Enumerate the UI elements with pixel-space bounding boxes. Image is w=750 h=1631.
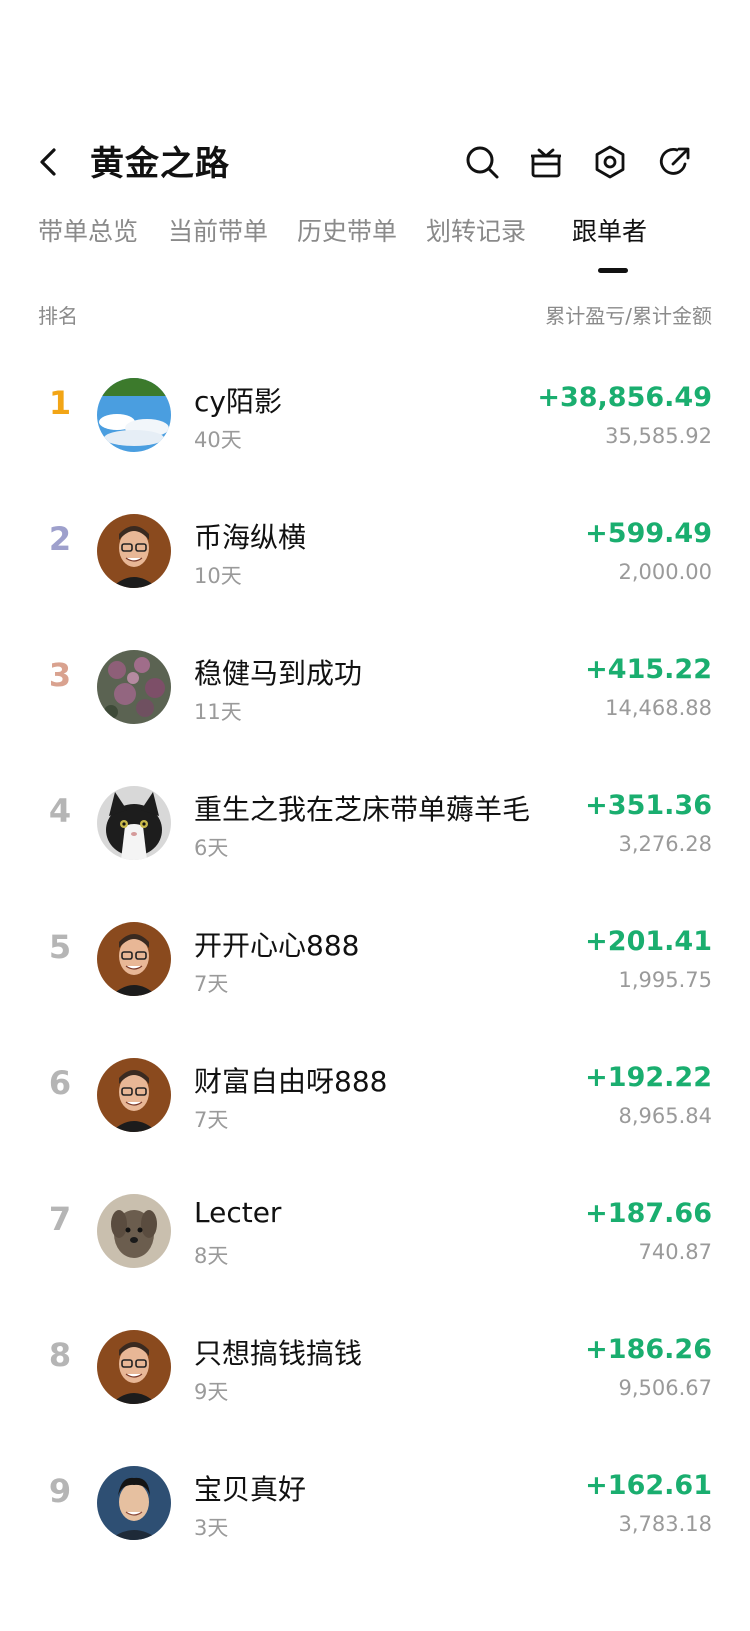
tab-current[interactable]: 当前带单 xyxy=(168,212,268,248)
top-bar: 黄金之路 xyxy=(0,130,750,200)
man-avatar-image xyxy=(97,1058,171,1132)
active-tab-indicator xyxy=(598,268,628,273)
avatar xyxy=(97,378,171,452)
list-header: 排名 累计盈亏/累计金额 xyxy=(38,300,712,330)
cumulative-pnl: +192.22 xyxy=(585,1062,712,1093)
cumulative-pnl: +201.41 xyxy=(585,926,712,957)
follower-row[interactable]: 9 宝贝真好 3天 +162.61 3,783.18 xyxy=(0,1434,750,1570)
tab-bar: 带单总览 当前带单 历史带单 划转记录 跟单者 xyxy=(38,212,738,272)
follower-row[interactable]: 7 Lecter 8天 +187.66 740.87 xyxy=(0,1162,750,1298)
cumulative-amount: 3,783.18 xyxy=(618,1512,712,1536)
man-avatar-image xyxy=(97,514,171,588)
cat-avatar-image xyxy=(97,786,171,860)
rank-number: 4 xyxy=(48,792,72,830)
follow-days: 6天 xyxy=(194,836,229,860)
rank-number: 2 xyxy=(48,520,72,558)
follower-name: 宝贝真好 xyxy=(194,1473,307,1506)
flowers-avatar-image xyxy=(97,650,171,724)
follower-row[interactable]: 2 币海纵横 10天 +599.49 2,000.00 xyxy=(0,482,750,618)
rank-number: 1 xyxy=(48,384,72,422)
follower-name: 币海纵横 xyxy=(194,521,307,554)
cumulative-pnl: +599.49 xyxy=(585,518,712,549)
follower-row[interactable]: 5 开开心心888 7天 +201.41 1,995.75 xyxy=(0,890,750,1026)
follower-name: 开开心心888 xyxy=(194,929,360,962)
follow-days: 10天 xyxy=(194,564,242,588)
cumulative-amount: 740.87 xyxy=(638,1240,712,1264)
cumulative-pnl: +162.61 xyxy=(585,1470,712,1501)
follower-name: cy陌影 xyxy=(194,385,282,418)
cumulative-pnl: +38,856.49 xyxy=(537,382,712,413)
cumulative-pnl: +415.22 xyxy=(585,654,712,685)
avatar xyxy=(97,786,171,860)
follow-days: 7天 xyxy=(194,1108,229,1132)
search-icon[interactable] xyxy=(462,142,502,182)
follower-name: 财富自由呀888 xyxy=(194,1065,388,1098)
follower-list: 1 cy陌影 40天 +38,856.49 35,585.92 2 币海纵横 1… xyxy=(0,346,750,1570)
settings-icon[interactable] xyxy=(590,142,630,182)
cumulative-amount: 2,000.00 xyxy=(618,560,712,584)
metric-column-label: 累计盈亏/累计金额 xyxy=(545,304,712,328)
avatar xyxy=(97,1330,171,1404)
rank-number: 7 xyxy=(48,1200,72,1238)
share-icon[interactable] xyxy=(655,142,695,182)
cumulative-amount: 35,585.92 xyxy=(605,424,712,448)
cumulative-amount: 3,276.28 xyxy=(618,832,712,856)
follower-row[interactable]: 3 稳健马到成功 11天 +415.22 14,468.88 xyxy=(0,618,750,754)
gift-icon[interactable] xyxy=(526,142,566,182)
follower-name: Lecter xyxy=(194,1196,282,1229)
follow-days: 11天 xyxy=(194,700,242,724)
cumulative-pnl: +351.36 xyxy=(585,790,712,821)
follower-row[interactable]: 6 财富自由呀888 7天 +192.22 8,965.84 xyxy=(0,1026,750,1162)
follower-name: 稳健马到成功 xyxy=(194,657,363,690)
rank-number: 3 xyxy=(48,656,72,694)
rank-number: 5 xyxy=(48,928,72,966)
man-avatar-image xyxy=(97,922,171,996)
avatar xyxy=(97,922,171,996)
follower-name: 重生之我在芝床带单薅羊毛 xyxy=(194,793,531,826)
follower-row[interactable]: 8 只想搞钱搞钱 9天 +186.26 9,506.67 xyxy=(0,1298,750,1434)
rank-column-label: 排名 xyxy=(38,304,78,328)
sky-avatar-image xyxy=(97,378,171,452)
tab-followers[interactable]: 跟单者 xyxy=(572,212,647,248)
avatar xyxy=(97,1058,171,1132)
cumulative-pnl: +187.66 xyxy=(585,1198,712,1229)
asian-man-avatar-image xyxy=(97,1466,171,1540)
page-title: 黄金之路 xyxy=(90,144,230,184)
follow-days: 9天 xyxy=(194,1380,229,1404)
cumulative-pnl: +186.26 xyxy=(585,1334,712,1365)
dog-avatar-image xyxy=(97,1194,171,1268)
rank-number: 8 xyxy=(48,1336,72,1374)
man-avatar-image xyxy=(97,1330,171,1404)
cumulative-amount: 1,995.75 xyxy=(618,968,712,992)
tab-overview[interactable]: 带单总览 xyxy=(38,212,138,248)
follower-row[interactable]: 1 cy陌影 40天 +38,856.49 35,585.92 xyxy=(0,346,750,482)
tab-history[interactable]: 历史带单 xyxy=(297,212,397,248)
rank-number: 9 xyxy=(48,1472,72,1510)
follow-days: 8天 xyxy=(194,1244,229,1268)
back-arrow-icon[interactable] xyxy=(30,142,70,182)
follow-days: 3天 xyxy=(194,1516,229,1540)
avatar xyxy=(97,1466,171,1540)
follow-days: 40天 xyxy=(194,428,242,452)
follower-row[interactable]: 4 重生之我在芝床带单薅羊毛 6天 +351.36 3,276.28 xyxy=(0,754,750,890)
avatar xyxy=(97,1194,171,1268)
follow-days: 7天 xyxy=(194,972,229,996)
avatar xyxy=(97,514,171,588)
cumulative-amount: 9,506.67 xyxy=(618,1376,712,1400)
follower-name: 只想搞钱搞钱 xyxy=(194,1337,363,1370)
rank-number: 6 xyxy=(48,1064,72,1102)
cumulative-amount: 14,468.88 xyxy=(605,696,712,720)
tab-transfers[interactable]: 划转记录 xyxy=(426,212,526,248)
cumulative-amount: 8,965.84 xyxy=(618,1104,712,1128)
avatar xyxy=(97,650,171,724)
